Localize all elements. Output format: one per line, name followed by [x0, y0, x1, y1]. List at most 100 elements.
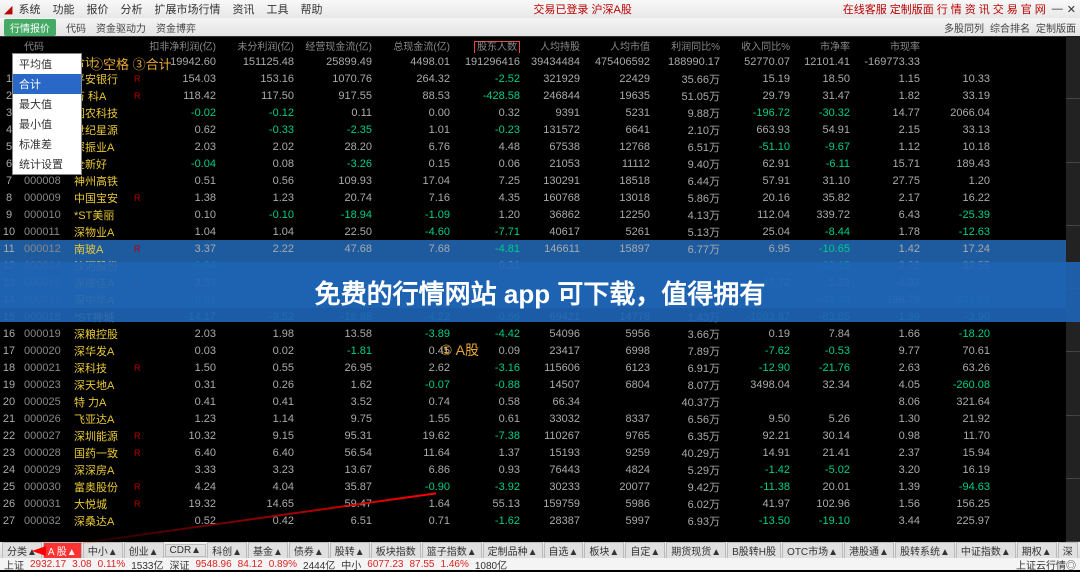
table-row[interactable]: 22000027深圳能源R10.329.1595.3119.62-7.38110… — [0, 427, 1080, 444]
menulink[interactable]: 资 — [965, 1, 976, 17]
menu-系统[interactable]: 系统 — [18, 1, 40, 17]
dd-item[interactable]: 合计 — [13, 74, 81, 94]
bottom-tab[interactable]: 中证指数▲ — [956, 542, 1016, 558]
menu-帮助[interactable]: 帮助 — [300, 1, 322, 17]
col-header[interactable]: 利润同比% — [656, 38, 726, 53]
table-row[interactable]: 16000019深粮控股2.031.9813.58-3.89-4.4254096… — [0, 325, 1080, 342]
col-header[interactable]: 收入同比% — [726, 38, 796, 53]
col-header[interactable]: 经营现金流(亿) — [300, 38, 378, 53]
table-row[interactable]: 27000032深桑达A0.520.426.510.71-1.622838759… — [0, 512, 1080, 529]
menulink[interactable]: 交 — [993, 1, 1004, 17]
col-header[interactable]: 未分利润(亿) — [222, 38, 300, 53]
bottom-tab[interactable]: 股转系统▲ — [895, 542, 955, 558]
tool-item[interactable]: 代码 — [66, 20, 86, 35]
bottom-tab[interactable]: OTC市场▲ — [782, 542, 843, 558]
sz-pct: 0.11% — [98, 559, 126, 570]
menu-分析[interactable]: 分析 — [120, 1, 142, 17]
menu-报价[interactable]: 报价 — [86, 1, 108, 17]
cz-val: 9548.96 — [196, 559, 232, 570]
bottom-tab[interactable]: 自定▲ — [625, 542, 665, 558]
minimize-icon[interactable]: — — [1052, 3, 1063, 15]
menulink[interactable]: 情 — [951, 1, 962, 17]
cz-label: 深证 — [170, 557, 190, 572]
bottom-tab[interactable]: 科创▲ — [207, 542, 247, 558]
table-row[interactable]: 2000002万 科AR118.42117.50917.5588.53-428.… — [0, 87, 1080, 104]
col-header[interactable]: 人均市值 — [586, 38, 656, 53]
bottom-tab[interactable]: 自选▲ — [544, 542, 584, 558]
col-header[interactable]: 扣非净利润(亿) — [144, 38, 222, 53]
col-header[interactable]: 人均持股 — [526, 38, 586, 53]
bottom-tab[interactable]: B股转H股 — [727, 542, 781, 558]
menulink[interactable]: 定制版面 — [890, 1, 934, 17]
col-header[interactable]: 股东人数 — [456, 38, 526, 53]
table-row[interactable]: 11000012南玻AR3.372.2247.687.68-4.81146611… — [0, 240, 1080, 257]
table-row[interactable]: 6000007全新好-0.040.08-3.260.150.0621053111… — [0, 155, 1080, 172]
menulink[interactable]: 网 — [1035, 1, 1046, 17]
bottom-tab[interactable]: 板块指数 — [371, 542, 421, 558]
menubar: ◢ 系统功能报价分析扩展市场行情资讯工具帮助 交易已登录 沪深A股 在线客服定制… — [0, 0, 1080, 18]
table-row[interactable]: 19000023深天地A0.310.261.62-0.07-0.88145076… — [0, 376, 1080, 393]
menu-工具[interactable]: 工具 — [266, 1, 288, 17]
col-header[interactable]: 市净率 — [796, 38, 856, 53]
cz-chg: 84.12 — [238, 559, 263, 570]
menulink[interactable]: 官 — [1021, 1, 1032, 17]
table-row[interactable]: 25000030富奥股份R4.244.0435.87-0.90-3.923023… — [0, 478, 1080, 495]
dd-item[interactable]: 最小值 — [13, 114, 81, 134]
table-row[interactable]: 24000029深深房A3.333.2313.676.860.937644348… — [0, 461, 1080, 478]
col-header[interactable]: 市现率 — [856, 38, 926, 53]
sz-val: 2932.17 — [30, 559, 66, 570]
bottom-tab[interactable]: 篮子指数▲ — [422, 542, 482, 558]
menulink[interactable]: 行 — [937, 1, 948, 17]
zx-val: 6077.23 — [367, 559, 403, 570]
dd-item[interactable]: 标准差 — [13, 134, 81, 154]
dd-item[interactable]: 最大值 — [13, 94, 81, 114]
title-status: 交易已登录 沪深A股 — [322, 1, 842, 17]
table-row[interactable]: 10000011深物业A1.041.0422.50-4.60-7.7140617… — [0, 223, 1080, 240]
bottom-tab[interactable]: 基金▲ — [248, 542, 288, 558]
aggregate-dropdown[interactable]: 平均值合计最大值最小值标准差统计设置 — [12, 53, 82, 175]
cz-pct: 0.89% — [269, 559, 297, 570]
zx-label: 中小 — [341, 557, 361, 572]
tool-right[interactable]: 多股同列 — [944, 20, 984, 35]
tool-right[interactable]: 定制版面 — [1036, 20, 1076, 35]
circle-a-label: ① A股 — [440, 340, 479, 360]
bottom-tab[interactable]: CDR▲ — [165, 544, 207, 557]
menulink[interactable]: 易 — [1007, 1, 1018, 17]
table-row[interactable]: 3000004国农科技-0.02-0.120.110.000.329391523… — [0, 104, 1080, 121]
status-extra: 上证云行情◎ — [1016, 557, 1076, 572]
table-row[interactable]: 4000005世纪星源0.62-0.33-2.351.01-0.23131572… — [0, 121, 1080, 138]
table-row[interactable]: 7000008神州高铁0.510.56109.9317.047.25130291… — [0, 172, 1080, 189]
menu-功能[interactable]: 功能 — [52, 1, 74, 17]
table-row[interactable]: 8000009中国宝安R1.381.2320.747.164.351607681… — [0, 189, 1080, 206]
zx-chg: 87.55 — [409, 559, 434, 570]
dd-item[interactable]: 平均值 — [13, 54, 81, 74]
table-row[interactable]: 17000020深华发A0.030.02-1.810.450.092341769… — [0, 342, 1080, 359]
zx-pct: 1.46% — [440, 559, 468, 570]
table-row[interactable]: 26000031大悦城R19.3214.6559.471.6455.131597… — [0, 495, 1080, 512]
menu-资讯[interactable]: 资讯 — [232, 1, 254, 17]
tool-item[interactable]: 资金博弈 — [156, 20, 196, 35]
table-row[interactable]: 21000026飞亚达A1.231.149.751.550.6133032833… — [0, 410, 1080, 427]
table-row[interactable]: 20000025特 力A0.410.413.520.740.5866.3440.… — [0, 393, 1080, 410]
bottom-tab[interactable]: 港股通▲ — [844, 542, 894, 558]
ghost-label: ②空格 ③合计 — [90, 54, 172, 73]
table-row[interactable]: 18000021深科技R1.500.5526.952.62-3.16115606… — [0, 359, 1080, 376]
sz-label: 上证 — [4, 557, 24, 572]
bottom-tab[interactable]: 板块▲ — [584, 542, 624, 558]
menu-扩展市场行情[interactable]: 扩展市场行情 — [154, 1, 220, 17]
table-row[interactable]: 23000028国药一致R6.406.4056.5411.641.3715193… — [0, 444, 1080, 461]
col-header[interactable]: 代码 — [24, 38, 74, 53]
bottom-tab[interactable]: 期货现货▲ — [666, 542, 726, 558]
table-row[interactable]: 9000010*ST美丽0.10-0.10-18.94-1.091.203686… — [0, 206, 1080, 223]
col-header[interactable]: 总现金流(亿) — [378, 38, 456, 53]
close-icon[interactable]: ✕ — [1067, 3, 1076, 16]
menulink[interactable]: 在线客服 — [843, 1, 887, 17]
menulink[interactable]: 讯 — [979, 1, 990, 17]
tool-right[interactable]: 综合排名 — [990, 20, 1030, 35]
tab-quotes[interactable]: 行情报价 — [4, 19, 56, 36]
bottom-tab[interactable]: 中小▲ — [83, 542, 123, 558]
tool-item[interactable]: 资金驱动力 — [96, 20, 146, 35]
dd-item[interactable]: 统计设置 — [13, 154, 81, 174]
table-row[interactable]: 5000006深振业A2.032.0228.206.764.4867538127… — [0, 138, 1080, 155]
sz-amt: 1533亿 — [131, 557, 163, 572]
